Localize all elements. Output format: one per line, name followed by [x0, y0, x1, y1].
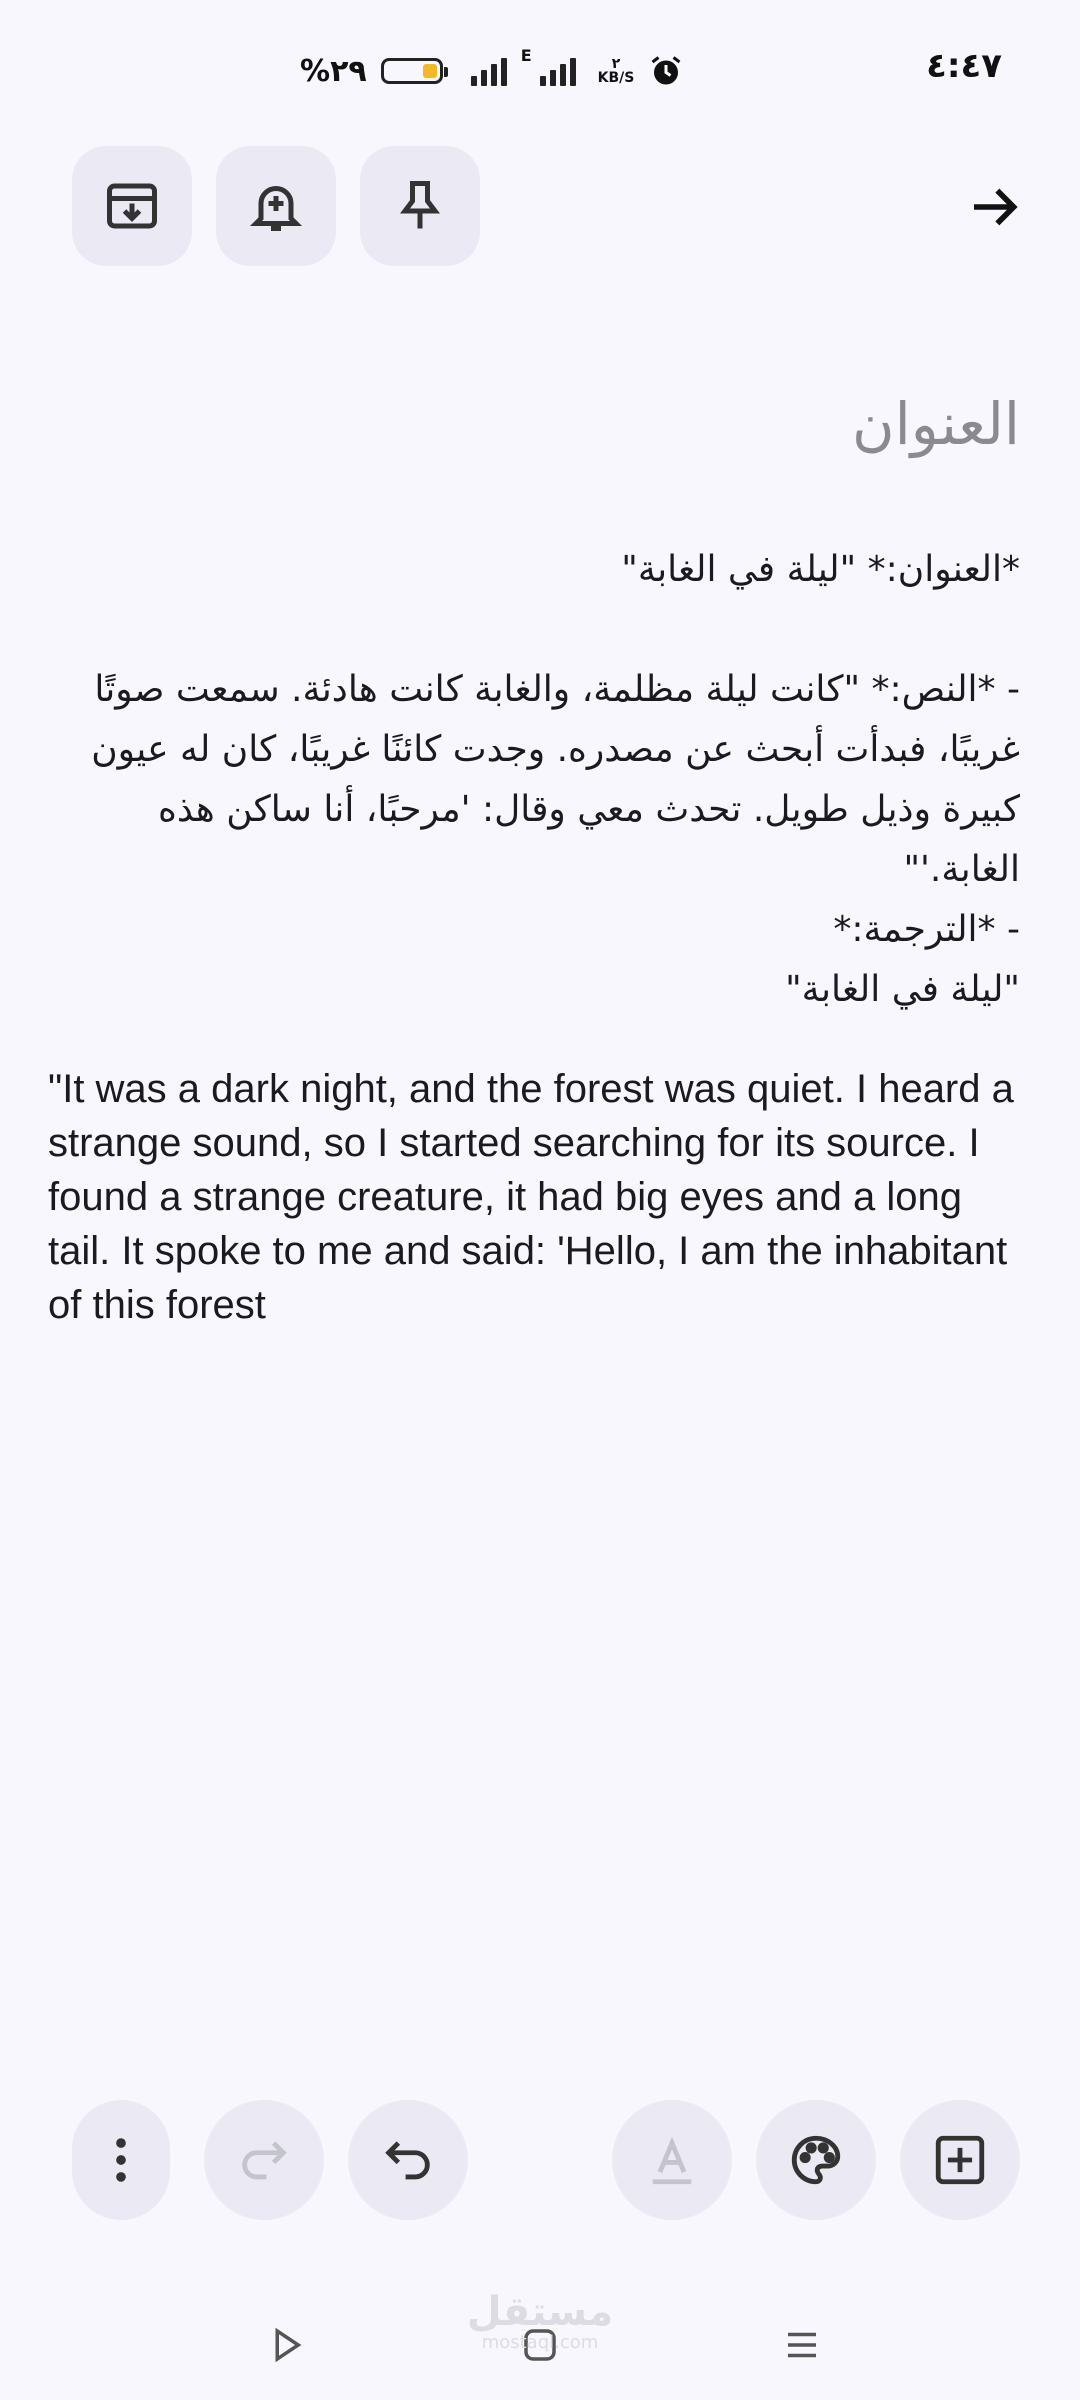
alarm-icon [651, 56, 681, 85]
status-icons: %٢٩ E ٢ KB/S [300, 46, 684, 96]
status-bar: %٢٩ E ٢ KB/S ٤:٤٧ [0, 0, 1080, 140]
back-triangle-icon [275, 2327, 302, 2363]
undo-icon [385, 2141, 430, 2180]
signal-e-icon [539, 56, 576, 86]
add-box-button[interactable] [900, 2100, 1020, 2220]
nav-back-button[interactable] [246, 2310, 326, 2380]
palette-icon [791, 2135, 841, 2185]
back-button[interactable] [955, 172, 1035, 242]
battery-icon [380, 58, 448, 84]
more-options-button[interactable] [72, 2100, 170, 2220]
add-reminder-button[interactable] [216, 146, 336, 266]
signal-icon [470, 56, 507, 86]
archive-button[interactable] [72, 146, 192, 266]
text-format-button[interactable] [612, 2100, 732, 2220]
add-box-icon [935, 2135, 985, 2185]
recents-menu-icon [788, 2332, 816, 2358]
note-title-field[interactable]: العنوان [220, 390, 1020, 458]
archive-icon [107, 183, 157, 229]
pin-icon [400, 181, 440, 229]
battery-percent: %٢٩ [300, 53, 367, 89]
text-format-icon [652, 2136, 692, 2185]
watermark-sub: mostaql.com [481, 2332, 599, 2353]
network-type: E [520, 46, 532, 65]
network-speed-unit: KB/S [597, 70, 635, 86]
arabic-translation-label: - *الترجمة:* [833, 909, 1020, 950]
palette-button[interactable] [756, 2100, 876, 2220]
arabic-heading: *العنوان:* "ليلة في الغابة" [621, 549, 1020, 590]
arabic-translation-title: "ليلة في الغابة" [785, 969, 1020, 1010]
arabic-body: - *النص:* "كانت ليلة مظلمة، والغابة كانت… [79, 669, 1020, 890]
clock: ٤:٤٧ [926, 46, 1002, 86]
note-body-field[interactable]: *العنوان:* "ليلة في الغابة" - *النص:* "ك… [48, 540, 1020, 1332]
undo-button[interactable] [348, 2100, 468, 2220]
network-speed: ٢ KB/S [598, 57, 635, 85]
watermark-logo: مستقل mostaql.com [455, 2290, 625, 2352]
battery-level-fill [422, 64, 437, 78]
network-speed-value: ٢ [611, 56, 621, 72]
watermark-main: مستقل [466, 2289, 614, 2335]
pin-button[interactable] [360, 146, 480, 266]
nav-recents-button[interactable] [762, 2310, 842, 2380]
back-arrow-icon [974, 188, 1018, 226]
english-text: "It was a dark night, and the forest was… [48, 1067, 1025, 1327]
redo-button[interactable] [204, 2100, 324, 2220]
add-reminder-icon [249, 186, 303, 231]
redo-icon [242, 2141, 287, 2180]
more-options-icon [116, 2138, 126, 2182]
